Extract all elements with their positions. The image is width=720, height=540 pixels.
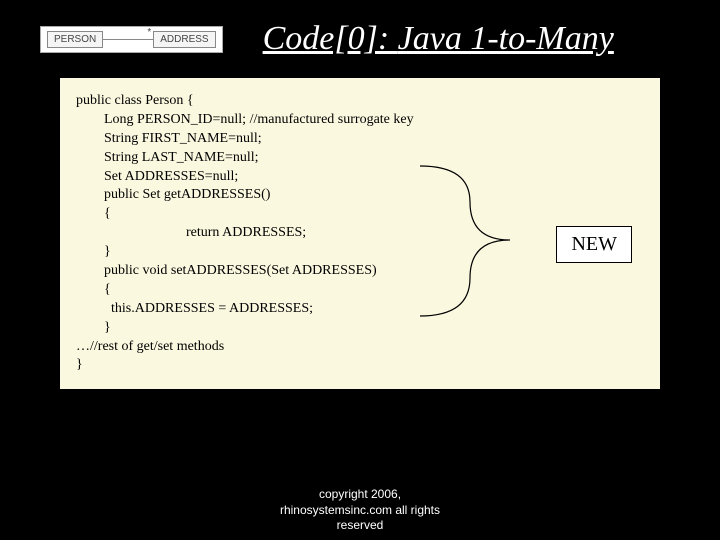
code-line: Long PERSON_ID=null; //manufactured surr… [76, 111, 644, 130]
code-line: public class Person { [76, 92, 644, 111]
new-badge: NEW [556, 226, 632, 263]
code-line: String LAST_NAME=null; [76, 149, 644, 168]
code-line: String FIRST_NAME=null; [76, 130, 644, 149]
uml-diagram: PERSON * ADDRESS [40, 26, 223, 53]
code-line: } [76, 356, 644, 375]
title-row: PERSON * ADDRESS Code[0]: Java 1-to-Many [0, 0, 720, 68]
footer-line: rhinosystemsinc.com all rights [0, 503, 720, 519]
footer: copyright 2006, rhinosystemsinc.com all … [0, 487, 720, 534]
code-line: { [76, 205, 644, 224]
code-line: public void setADDRESSES(Set ADDRESSES) [76, 262, 644, 281]
uml-entity-address: ADDRESS [153, 31, 215, 48]
title-main: Java 1-to-Many [398, 20, 614, 57]
code-line: { [76, 281, 644, 300]
footer-line: copyright 2006, [0, 487, 720, 503]
code-line: } [76, 319, 644, 338]
code-line: this.ADDRESSES = ADDRESSES; [76, 300, 644, 319]
code-line: …//rest of get/set methods [76, 338, 644, 357]
slide-title: Code[0]: Java 1-to-Many [263, 20, 614, 58]
code-line: Set ADDRESSES=null; [76, 168, 644, 187]
uml-entity-person: PERSON [47, 31, 103, 48]
footer-line: reserved [0, 518, 720, 534]
uml-multiplicity: * [147, 27, 151, 38]
uml-association-line: * [103, 39, 153, 40]
code-block: public class Person { Long PERSON_ID=nul… [60, 78, 660, 389]
title-prefix: Code[0]: [263, 20, 398, 57]
code-line: public Set getADDRESSES() [76, 186, 644, 205]
